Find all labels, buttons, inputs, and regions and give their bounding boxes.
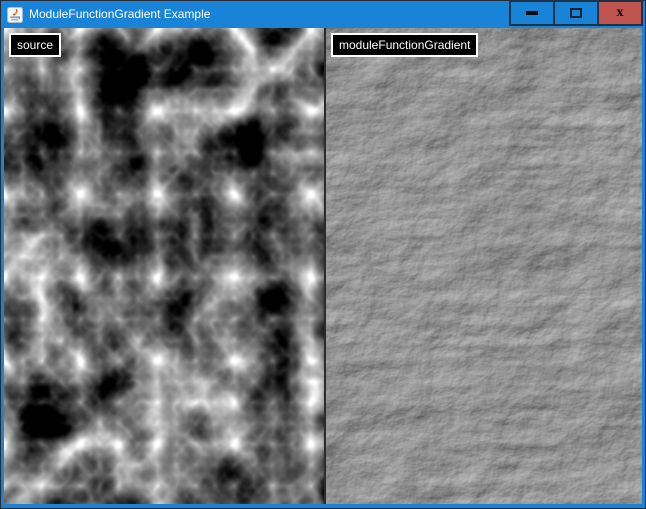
java-coffee-cup-icon: [7, 7, 23, 23]
pane-modulefunctiongradient: moduleFunctionGradient: [324, 28, 642, 504]
java-app-icon[interactable]: [7, 7, 23, 23]
pane-label-modulefunctiongradient: moduleFunctionGradient: [331, 33, 478, 57]
pane-source: source: [4, 28, 324, 504]
window-controls: x: [509, 0, 643, 26]
titlebar[interactable]: ModuleFunctionGradient Example x: [1, 1, 645, 28]
image-canvas: source moduleFunctionGradient: [4, 28, 642, 504]
close-icon: x: [617, 6, 624, 20]
maximize-icon: [570, 8, 582, 18]
close-button[interactable]: x: [597, 0, 643, 26]
minimize-button[interactable]: [509, 0, 555, 26]
gradient-texture-image: [326, 28, 642, 504]
pane-label-source: source: [9, 33, 61, 57]
maximize-button[interactable]: [553, 0, 599, 26]
window-title: ModuleFunctionGradient Example: [29, 1, 509, 28]
source-texture-image: [4, 28, 324, 504]
minimize-icon: [526, 11, 538, 15]
app-window: ModuleFunctionGradient Example x: [0, 0, 646, 509]
